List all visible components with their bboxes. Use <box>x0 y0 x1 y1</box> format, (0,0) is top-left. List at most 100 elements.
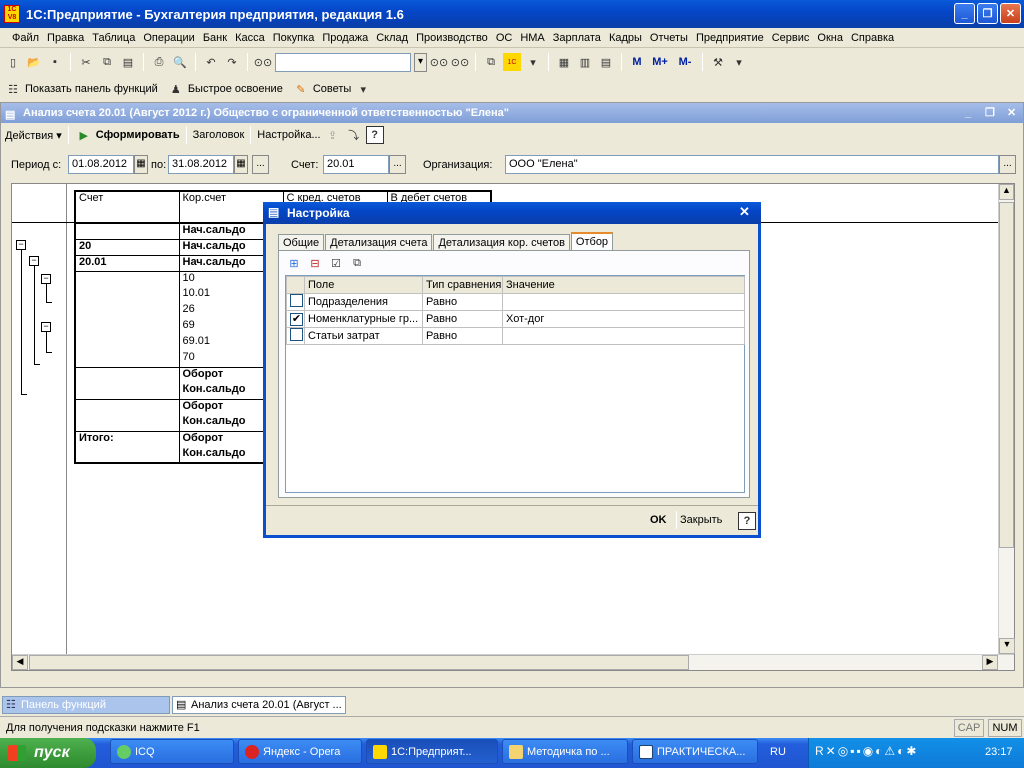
new-doc-icon[interactable]: ▯ <box>4 53 22 71</box>
show-panel-button[interactable]: Показать панель функций <box>25 83 158 95</box>
settings-button[interactable]: Настройка... <box>257 129 320 141</box>
search-dropdown-button[interactable]: ▾ <box>414 52 427 72</box>
tray-icons[interactable]: R✕◎▪▪◉◐⚠◐✱ <box>815 744 918 758</box>
menu-item[interactable]: Таблица <box>88 32 139 44</box>
group-collapse-icon[interactable]: − <box>41 322 51 332</box>
filter-cell-field[interactable]: Номенклатурные гр... <box>304 310 423 328</box>
period-to-input[interactable]: 31.08.2012 <box>168 155 234 174</box>
scroll-thumb[interactable] <box>999 202 1014 548</box>
menu-item[interactable]: Справка <box>847 32 898 44</box>
windows-icon[interactable]: ⧉ <box>482 53 500 71</box>
account-select-button[interactable]: ... <box>389 155 406 174</box>
menu-item[interactable]: Производство <box>412 32 492 44</box>
close-button[interactable]: ✕ <box>1000 3 1021 24</box>
period-to-calendar-button[interactable]: ▦ <box>234 155 248 174</box>
filter-cell-value[interactable]: Хот-дог <box>502 310 745 328</box>
doc-minimize-icon[interactable]: _ <box>965 103 971 123</box>
quick-start-button[interactable]: Быстрое освоение <box>188 83 283 95</box>
menu-item[interactable]: Файл <box>8 32 43 44</box>
dialog-title-bar[interactable]: ▤ Настройка ✕ <box>263 202 761 224</box>
menu-item[interactable]: Касса <box>231 32 269 44</box>
account-input[interactable]: 20.01 <box>323 155 389 174</box>
header-button[interactable]: Заголовок <box>193 129 245 141</box>
menu-item[interactable]: Отчеты <box>646 32 692 44</box>
scroll-up-icon[interactable]: ▲ <box>999 184 1014 200</box>
panel-functions-tab[interactable]: ☷ Панель функций <box>2 696 170 714</box>
filter-row[interactable]: ✔ Номенклатурные гр... Равно Хот-дог <box>286 310 745 328</box>
tools-dropdown-icon[interactable]: ▾ <box>730 53 748 71</box>
menu-item[interactable]: ОС <box>492 32 517 44</box>
filter-cell-cmp[interactable]: Равно <box>422 293 503 311</box>
save-settings-icon[interactable]: ⇪ <box>324 126 342 144</box>
org-select-button[interactable]: ... <box>999 155 1016 174</box>
copy-row-icon[interactable]: ⧉ <box>348 254 366 272</box>
app-title-bar[interactable]: 1С V8 1С:Предприятие - Бухгалтерия предпр… <box>0 0 1024 28</box>
tab-3[interactable]: Отбор <box>570 232 614 252</box>
language-indicator[interactable]: RU <box>770 746 786 758</box>
generate-button[interactable]: Сформировать <box>96 129 180 141</box>
group-collapse-icon[interactable]: − <box>16 240 26 250</box>
period-from-input[interactable]: 01.08.2012 <box>68 155 134 174</box>
calculator-icon[interactable]: ▦ <box>555 53 573 71</box>
ok-button[interactable]: OK <box>650 514 667 526</box>
tab-0[interactable]: Общие <box>278 234 325 251</box>
task-word[interactable]: ПРАКТИЧЕСКА... <box>632 739 758 764</box>
filter-checkbox[interactable] <box>290 328 303 341</box>
tips-dropdown-icon[interactable]: ▾ <box>354 80 372 98</box>
filter-checkbox[interactable]: ✔ <box>290 312 303 326</box>
menu-item[interactable]: Покупка <box>269 32 319 44</box>
menu-item[interactable]: НМА <box>516 32 548 44</box>
find-prev-icon[interactable]: ⊙⊙ <box>451 53 469 71</box>
menu-item[interactable]: Сервис <box>768 32 814 44</box>
scroll-right-icon[interactable]: ▶ <box>982 655 998 670</box>
filter-cell-cmp[interactable]: Равно <box>422 327 503 345</box>
org-input[interactable]: ООО "Елена" <box>505 155 999 174</box>
task-icq[interactable]: ICQ <box>110 739 234 764</box>
add-row-icon[interactable]: ⊞ <box>285 254 303 272</box>
menu-item[interactable]: Операции <box>139 32 198 44</box>
task-opera[interactable]: Яндекс - Opera <box>238 739 362 764</box>
period-from-calendar-button[interactable]: ▦ <box>134 155 148 174</box>
dialog-close-icon[interactable]: ✕ <box>739 204 750 220</box>
menu-item[interactable]: Зарплата <box>549 32 605 44</box>
dialog-help-button[interactable]: ? <box>738 512 756 530</box>
memory-plus-icon[interactable]: M+ <box>649 53 671 71</box>
menu-item[interactable]: Окна <box>813 32 847 44</box>
menu-item[interactable]: Склад <box>372 32 412 44</box>
preview-icon[interactable]: 🔍 <box>171 53 189 71</box>
group-collapse-icon[interactable]: − <box>41 274 51 284</box>
vertical-scrollbar[interactable]: ▲ ▼ <box>998 184 1015 654</box>
restore-button[interactable]: ❐ <box>977 3 998 24</box>
save-icon[interactable]: ▪ <box>46 53 64 71</box>
actions-menu[interactable]: Действия ▾ <box>5 129 62 142</box>
1c-config-icon[interactable]: 1С <box>503 53 521 71</box>
tips-button[interactable]: Советы <box>313 83 351 95</box>
filter-row[interactable]: Статьи затрат Равно <box>286 327 745 345</box>
menu-item[interactable]: Банк <box>199 32 231 44</box>
horizontal-scrollbar[interactable]: ◀ ▶ <box>12 654 1014 670</box>
search-input[interactable] <box>275 52 411 72</box>
copy-icon[interactable]: ⧉ <box>98 53 116 71</box>
restore-settings-icon[interactable]: ⤵ <box>345 126 363 144</box>
menu-item[interactable]: Предприятие <box>692 32 768 44</box>
open-icon[interactable]: 📂 <box>25 53 43 71</box>
scroll-down-icon[interactable]: ▼ <box>999 638 1015 654</box>
find-icon[interactable]: ⊙⊙ <box>254 53 272 71</box>
calendar-icon[interactable]: ▥ <box>576 53 594 71</box>
close-dialog-button[interactable]: Закрыть <box>680 514 722 526</box>
group-collapse-icon[interactable]: − <box>29 256 39 266</box>
cut-icon[interactable]: ✂ <box>77 53 95 71</box>
doc-restore-icon[interactable]: ❐ <box>985 103 995 123</box>
undo-icon[interactable]: ↶ <box>202 53 220 71</box>
delete-row-icon[interactable]: ⊟ <box>306 254 324 272</box>
filter-row[interactable]: Подразделения Равно <box>286 293 745 311</box>
notepad-icon[interactable]: ▤ <box>597 53 615 71</box>
tab-2[interactable]: Детализация кор. счетов <box>433 234 570 251</box>
tools-icon[interactable]: ⚒ <box>709 53 727 71</box>
menu-item[interactable]: Кадры <box>605 32 646 44</box>
filter-cell-value[interactable] <box>502 293 745 311</box>
find-next-icon[interactable]: ⊙⊙ <box>430 53 448 71</box>
memory-m-icon[interactable]: M <box>628 53 646 71</box>
filter-checkbox[interactable] <box>290 294 303 307</box>
filter-cell-value[interactable] <box>502 327 745 345</box>
